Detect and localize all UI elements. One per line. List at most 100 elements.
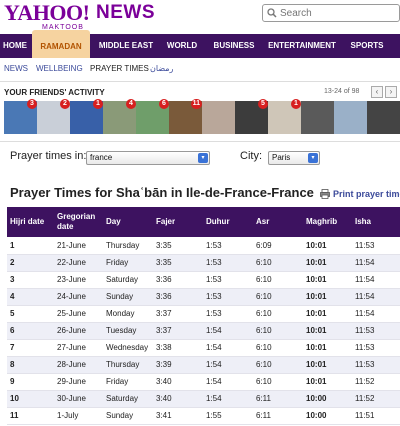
table-cell-isha: 11:52 xyxy=(352,390,400,408)
table-cell-asr: 6:10 xyxy=(253,356,303,374)
friend-avatar[interactable]: 5 xyxy=(235,99,268,134)
yahoo-maktoob-logo[interactable]: YAHOO! MAKTOOB NEWS xyxy=(4,0,155,32)
table-cell-asr: 6:10 xyxy=(253,373,303,391)
section-divider xyxy=(0,141,400,142)
nav-item-business[interactable]: BUSINESS xyxy=(208,34,260,58)
table-cell-hijri: 9 xyxy=(7,373,54,391)
subnav-item-news[interactable]: NEWS xyxy=(4,64,28,73)
table-cell-maghrib: 10:01 xyxy=(303,271,352,289)
table-cell-maghrib: 10:01 xyxy=(303,288,352,306)
table-cell-fajer: 3:37 xyxy=(153,322,203,340)
chevron-updown-icon: ▾ xyxy=(308,153,318,163)
activity-count-badge: 3 xyxy=(27,99,37,109)
table-cell-isha: 11:54 xyxy=(352,271,400,289)
friends-thumbnails: 3 2 1 4 6 11 5 1 xyxy=(4,99,400,134)
table-cell-maghrib: 10:01 xyxy=(303,339,352,357)
table-row: 7 27-June Wednesday 3:38 1:54 6:10 10:01 11:53 xyxy=(7,339,400,357)
friend-avatar[interactable]: 2 xyxy=(37,99,70,134)
table-row: 6 26-June Tuesday 3:37 1:54 6:10 10:01 11:53 xyxy=(7,322,400,340)
friend-avatar[interactable] xyxy=(202,101,235,134)
table-cell-duhur: 1:54 xyxy=(203,356,253,374)
nav-item-sports[interactable]: SPORTS xyxy=(347,34,387,58)
table-cell-day: Saturday xyxy=(103,271,153,289)
table-cell-isha: 11:53 xyxy=(352,237,400,255)
column-header-hijri-date[interactable]: Hijri date xyxy=(7,207,54,237)
table-cell-day: Friday xyxy=(103,373,153,391)
subnav-item-ramadan-arabic[interactable]: رمضان xyxy=(150,64,173,73)
column-header-day[interactable]: Day xyxy=(103,207,153,237)
prayer-times-table-body: 1 21-June Thursday 3:35 1:53 6:09 10:01 11:53 2 2… xyxy=(7,237,400,425)
table-cell-maghrib: 10:01 xyxy=(303,356,352,374)
nav-item-entertainment[interactable]: ENTERTAINMENT xyxy=(266,34,338,58)
friend-avatar[interactable]: 1 xyxy=(268,99,301,134)
table-cell-day: Friday xyxy=(103,254,153,272)
friends-activity-title: YOUR FRIENDS' ACTIVITY xyxy=(4,88,105,97)
activity-count-badge: 1 xyxy=(291,99,301,109)
nav-item-world[interactable]: WORLD xyxy=(163,34,201,58)
search-input[interactable] xyxy=(280,6,398,20)
city-select[interactable]: Paris ▾ xyxy=(268,151,320,165)
table-cell-maghrib: 10:01 xyxy=(303,373,352,391)
table-row: 1 21-June Thursday 3:35 1:53 6:09 10:01 11:53 xyxy=(7,237,400,255)
table-cell-isha: 11:51 xyxy=(352,407,400,425)
column-header-isha[interactable]: Isha xyxy=(352,207,400,237)
friend-avatar[interactable] xyxy=(301,101,334,134)
country-select[interactable]: france ▾ xyxy=(86,151,210,165)
section-name[interactable]: NEWS xyxy=(96,2,155,24)
search-box[interactable] xyxy=(262,4,400,22)
logo-text: YAHOO! xyxy=(4,0,90,25)
table-cell-maghrib: 10:01 xyxy=(303,237,352,255)
city-select-value: Paris xyxy=(272,153,291,162)
nav-item-home[interactable]: HOME xyxy=(0,34,30,58)
table-cell-fajer: 3:35 xyxy=(153,237,203,255)
table-cell-hijri: 2 xyxy=(7,254,54,272)
table-cell-greg: 30-June xyxy=(54,390,103,408)
friends-next-button[interactable]: › xyxy=(385,86,397,98)
column-header-asr[interactable]: Asr xyxy=(253,207,303,237)
friend-avatar[interactable]: 6 xyxy=(136,99,169,134)
friend-avatar[interactable]: 11 xyxy=(169,99,202,134)
friend-avatar[interactable]: 3 xyxy=(4,99,37,134)
activity-count-badge: 6 xyxy=(159,99,169,109)
friend-avatar[interactable] xyxy=(367,101,400,134)
table-cell-asr: 6:10 xyxy=(253,339,303,357)
table-cell-hijri: 6 xyxy=(7,322,54,340)
table-cell-day: Sunday xyxy=(103,288,153,306)
table-cell-duhur: 1:54 xyxy=(203,339,253,357)
table-row: 10 30-June Saturday 3:40 1:54 6:11 10:00 11:52 xyxy=(7,390,400,408)
friends-prev-button[interactable]: ‹ xyxy=(371,86,383,98)
activity-count-badge: 5 xyxy=(258,99,268,109)
table-cell-isha: 11:52 xyxy=(352,373,400,391)
subnav-item-prayer-times[interactable]: PRAYER TIMES xyxy=(90,64,149,73)
table-cell-fajer: 3:39 xyxy=(153,356,203,374)
table-cell-duhur: 1:53 xyxy=(203,288,253,306)
subnav-item-wellbeing[interactable]: WELLBEING xyxy=(36,64,83,73)
print-prayer-times-link[interactable]: Print prayer times xyxy=(333,189,400,199)
table-cell-maghrib: 10:00 xyxy=(303,407,352,425)
table-cell-isha: 11:54 xyxy=(352,288,400,306)
activity-count-badge: 4 xyxy=(126,99,136,109)
column-header-fajer[interactable]: Fajer xyxy=(153,207,203,237)
table-cell-asr: 6:11 xyxy=(253,407,303,425)
table-cell-fajer: 3:36 xyxy=(153,288,203,306)
column-header-gregorian-date[interactable]: Gregorian date xyxy=(54,207,103,237)
table-cell-asr: 6:10 xyxy=(253,271,303,289)
table-cell-greg: 21-June xyxy=(54,237,103,255)
friend-avatar[interactable]: 4 xyxy=(103,99,136,134)
table-cell-greg: 29-June xyxy=(54,373,103,391)
friend-avatar[interactable] xyxy=(334,101,367,134)
sub-nav: NEWS WELLBEING PRAYER TIMES رمضان xyxy=(0,58,400,82)
table-row: 3 23-June Saturday 3:36 1:53 6:10 10:01 11:54 xyxy=(7,271,400,289)
column-header-maghrib[interactable]: Maghrib xyxy=(303,207,352,237)
table-cell-hijri: 3 xyxy=(7,271,54,289)
column-header-duhur[interactable]: Duhur xyxy=(203,207,253,237)
table-header-row: Hijri date Gregorian date Day Fajer Duhu… xyxy=(7,207,400,237)
nav-item-ramadan[interactable]: RAMADAN xyxy=(32,30,90,58)
nav-item-middle-east[interactable]: MIDDLE EAST xyxy=(96,34,156,58)
table-cell-asr: 6:09 xyxy=(253,237,303,255)
table-cell-hijri: 7 xyxy=(7,339,54,357)
table-cell-duhur: 1:54 xyxy=(203,322,253,340)
table-cell-maghrib: 10:01 xyxy=(303,305,352,323)
printer-icon[interactable] xyxy=(320,189,330,199)
friend-avatar[interactable]: 1 xyxy=(70,99,103,134)
